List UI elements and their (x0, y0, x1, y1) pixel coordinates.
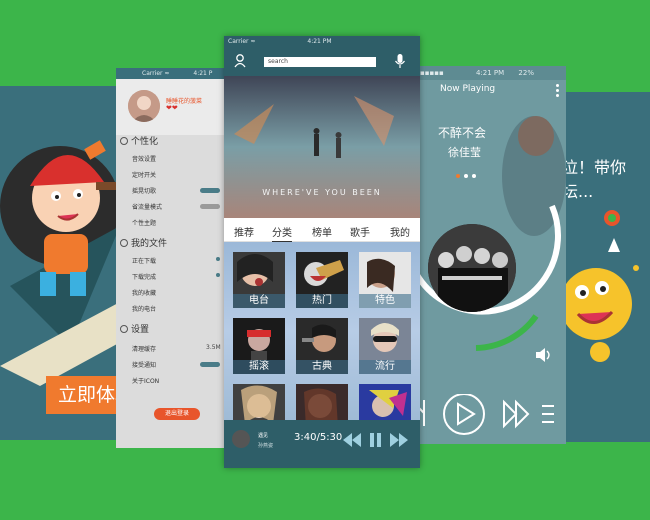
np-time: 4:21 PM (475, 69, 505, 77)
settings-time: 4:21 P (193, 70, 213, 77)
now-playing-phone: ▪▪▪▪▪ 4:21 PM 22% Now Playing 不醉不会 徐佳莹 (416, 66, 566, 444)
search-input[interactable]: search (264, 57, 376, 67)
tab-singers[interactable]: 歌手 (350, 224, 370, 239)
genre-tile-classical[interactable]: 古典 (296, 318, 348, 374)
top-bar: search (224, 48, 420, 76)
menu-item-clear-cache[interactable]: 清理缓存 (132, 344, 156, 353)
now-playing-status-bar: ▪▪▪▪▪ 4:21 PM 22% (416, 66, 566, 80)
genre-tile-pop[interactable]: 流行 (359, 318, 411, 374)
settings-carrier: Carrier ≈ (142, 70, 170, 77)
tab-mine[interactable]: 我的 (390, 224, 410, 239)
genre-label: 特色 (359, 294, 411, 308)
data-saver-toggle[interactable] (200, 204, 220, 209)
page-indicator (456, 163, 480, 182)
avatar[interactable] (128, 90, 160, 122)
genre-grid: 电台 热门 特色 摇滚 古典 流行 民族 伤感 (224, 242, 420, 440)
logout-button[interactable]: 退出登录 (154, 408, 200, 420)
menu-item-data-saver: 省流量模式 (132, 204, 163, 211)
genre-tile-radio[interactable]: 电台 (233, 252, 285, 308)
album-disc (428, 224, 516, 312)
genre-label: 热门 (296, 294, 348, 308)
banner-carousel[interactable]: WHERE'VE YOU BEEN (224, 76, 420, 218)
notifications-toggle[interactable] (200, 362, 220, 367)
playback-time: 3:40/5:30 (294, 432, 343, 443)
category-tabs: 推荐 分类 榜单 歌手 我的 (224, 218, 420, 242)
mini-song-title: 遇见 (258, 433, 269, 439)
next-button[interactable] (502, 394, 530, 434)
now-playing-header: Now Playing (440, 84, 496, 94)
hearts: ❤❤ (166, 104, 178, 112)
menu-item-timer[interactable]: 定时开关 (132, 170, 156, 179)
main-phone: Carrier ≈ 4:21 PM search WHERE'VE YOU BE… (224, 36, 420, 468)
splash-right-text: 泣！带你 坛... (560, 156, 650, 204)
song-title: 不醉不会 (438, 126, 487, 140)
main-status-bar: Carrier ≈ 4:21 PM (224, 36, 420, 48)
person-icon (120, 137, 128, 145)
play-button[interactable] (444, 394, 484, 434)
section-personalization[interactable]: 个性化 › (120, 134, 158, 147)
playlist-icon[interactable] (540, 394, 556, 434)
main-carrier: Carrier ≈ (228, 38, 256, 45)
genre-tile-rock[interactable]: 摇滚 (233, 318, 285, 374)
settings-phone: Carrier ≈ 4:21 P 睡睡花的菠菜 ❤❤ 个性化 › 音效设置 定时… (116, 68, 228, 448)
mini-player[interactable]: 遇见 孙燕姿 3:40/5:30 (224, 420, 420, 468)
menu-item-favorites[interactable]: 我的收藏 (132, 288, 156, 297)
genre-label: 电台 (233, 294, 285, 308)
volume-icon[interactable] (534, 346, 552, 364)
rewind-button[interactable] (342, 430, 362, 450)
splash-right-line2: 坛... (562, 182, 594, 201)
band-photo (428, 224, 516, 312)
section-my-files[interactable]: 我的文件 › (120, 236, 167, 249)
menu-item-downloaded[interactable]: 下载完成 (132, 272, 156, 281)
shake-toggle[interactable] (200, 188, 220, 193)
menu-item-sound[interactable]: 音效设置 (132, 154, 156, 163)
user-icon[interactable] (234, 54, 246, 71)
np-battery: 22% (518, 69, 534, 77)
pause-button[interactable] (368, 430, 382, 450)
np-carrier: ▪▪▪▪▪ (420, 69, 444, 77)
genre-label: 古典 (296, 360, 348, 374)
splash-card-right (560, 92, 650, 442)
gear-icon (120, 325, 128, 333)
section-label: 个性化 (131, 137, 159, 147)
tab-recommend[interactable]: 推荐 (234, 224, 254, 239)
microphone-icon[interactable] (394, 53, 406, 72)
tab-charts[interactable]: 榜单 (312, 224, 332, 239)
cache-size: 3.5M (206, 344, 221, 351)
tab-category[interactable]: 分类 (272, 224, 292, 242)
main-time: 4:21 PM (307, 38, 332, 45)
menu-item-shake: 摇晃切歌 (132, 188, 157, 195)
menu-item-about[interactable]: 关于ICON (132, 376, 159, 385)
avatar-image (128, 90, 160, 122)
emoji-illustration (560, 210, 639, 362)
genre-tile-hot[interactable]: 热门 (296, 252, 348, 308)
menu-item-theme[interactable]: 个性主题 (132, 218, 156, 227)
genre-tile-featured[interactable]: 特色 (359, 252, 411, 308)
folder-icon (120, 239, 128, 247)
song-artist: 徐佳莹 (448, 146, 481, 159)
section-settings[interactable]: 设置 › (120, 322, 149, 335)
banner-title: WHERE'VE YOU BEEN (262, 188, 382, 197)
genre-label: 流行 (359, 360, 411, 374)
menu-item-notifications: 接受通知 (132, 362, 157, 369)
more-options-icon[interactable] (556, 82, 562, 99)
splash-right-line1: 泣！带你 (562, 158, 627, 177)
fast-forward-button[interactable] (388, 430, 408, 450)
mini-song-artist: 孙燕姿 (258, 443, 274, 449)
settings-status-bar: Carrier ≈ 4:21 P (116, 68, 228, 79)
downloading-dot (216, 257, 220, 261)
menu-item-downloading[interactable]: 正在下载 (132, 256, 156, 265)
menu-item-radio[interactable]: 我的电台 (132, 304, 156, 313)
section-label: 我的文件 (131, 239, 168, 249)
carousel-indicator (294, 211, 362, 218)
downloaded-dot (216, 273, 220, 277)
genre-label: 摇滚 (233, 360, 285, 374)
mini-album-art (232, 430, 250, 448)
section-label: 设置 (131, 325, 150, 335)
